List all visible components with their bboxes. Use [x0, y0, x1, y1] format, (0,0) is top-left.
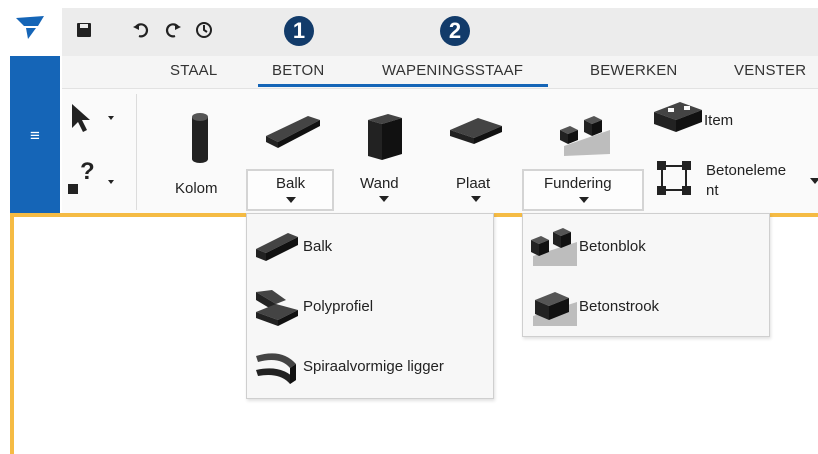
- spiral-beam-icon: [251, 346, 303, 386]
- ribbon-overflow-caret-icon[interactable]: [810, 178, 818, 184]
- balk-icon[interactable]: [258, 108, 328, 152]
- tab-wapeningsstaaf[interactable]: WAPENINGSSTAAF: [382, 62, 523, 84]
- betonelement-label-line1: Betoneleme: [706, 162, 787, 179]
- callout-1: 1: [284, 16, 314, 46]
- menu-item-spiraalvormige-ligger[interactable]: Spiraalvormige ligger: [247, 336, 493, 396]
- menu-item-balk-label: Balk: [303, 237, 333, 255]
- tab-bewerken[interactable]: BEWERKEN: [590, 62, 677, 84]
- tab-beton[interactable]: BETON: [272, 62, 324, 84]
- fundering-dropdown-button[interactable]: Fundering: [522, 169, 644, 211]
- help-glyph: ?: [80, 158, 95, 185]
- menu-item-betonblok[interactable]: Betonblok: [523, 216, 769, 276]
- plaat-button[interactable]: Plaat: [446, 108, 506, 202]
- kolom-button[interactable]: Kolom: [160, 100, 240, 200]
- plaat-label: Plaat: [456, 175, 491, 192]
- tab-venster[interactable]: VENSTER: [734, 62, 806, 84]
- balk-label: Balk: [276, 175, 306, 192]
- fundering-caret-icon: [579, 197, 589, 203]
- select-tool-button[interactable]: [66, 100, 122, 136]
- betonelement-button[interactable]: Betoneleme nt: [654, 158, 818, 206]
- balk-dropdown-menu: Balk Polyprofiel Spiraalvormige ligger: [246, 213, 494, 399]
- hamburger-menu-button[interactable]: ≡: [10, 118, 60, 154]
- menu-item-betonblok-label: Betonblok: [579, 237, 646, 255]
- tab-staal[interactable]: STAAL: [170, 62, 217, 84]
- beam-icon: [251, 226, 303, 266]
- app-logo-icon[interactable]: [14, 14, 46, 40]
- balk-caret-icon: [286, 197, 296, 203]
- strip-footing-icon: [527, 286, 579, 326]
- polybeam-icon: [251, 286, 303, 326]
- betonelement-label-line2: nt: [706, 182, 719, 199]
- menu-item-polyprofiel-label: Polyprofiel: [303, 297, 374, 315]
- fundering-icon[interactable]: [554, 110, 614, 158]
- item-label: Item: [704, 112, 734, 129]
- item-icon: [654, 102, 702, 132]
- menu-item-betonstrook[interactable]: Betonstrook: [523, 276, 769, 336]
- wand-caret-icon: [379, 196, 389, 202]
- save-icon[interactable]: [72, 18, 96, 42]
- menu-item-spiraalvormige-ligger-label: Spiraalvormige ligger: [303, 357, 444, 375]
- fundering-dropdown-menu: Betonblok Betonstrook: [522, 213, 770, 337]
- fundering-label: Fundering: [544, 175, 612, 192]
- menu-item-polyprofiel[interactable]: Polyprofiel: [247, 276, 493, 336]
- balk-dropdown-button[interactable]: Balk: [246, 169, 334, 211]
- menu-item-balk[interactable]: Balk: [247, 216, 493, 276]
- canvas-left-border: [10, 215, 14, 454]
- item-button[interactable]: Item: [650, 98, 760, 142]
- history-icon[interactable]: [192, 18, 216, 42]
- wand-label: Wand: [360, 175, 399, 192]
- help-inquire-button[interactable]: ?: [66, 158, 122, 200]
- active-tab-indicator: [258, 84, 548, 87]
- column-icon: [192, 113, 208, 163]
- pad-footing-icon: [527, 226, 579, 266]
- slab-icon: [450, 118, 502, 144]
- redo-icon[interactable]: [160, 18, 184, 42]
- plaat-caret-icon: [471, 196, 481, 202]
- undo-icon[interactable]: [130, 18, 154, 42]
- wall-icon: [368, 114, 402, 160]
- wand-button[interactable]: Wand: [356, 100, 416, 202]
- callout-2: 2: [440, 16, 470, 46]
- menu-item-betonstrook-label: Betonstrook: [579, 297, 660, 315]
- ribbon-divider: [136, 94, 137, 210]
- concrete-element-icon: [657, 161, 691, 195]
- kolom-label: Kolom: [175, 180, 218, 197]
